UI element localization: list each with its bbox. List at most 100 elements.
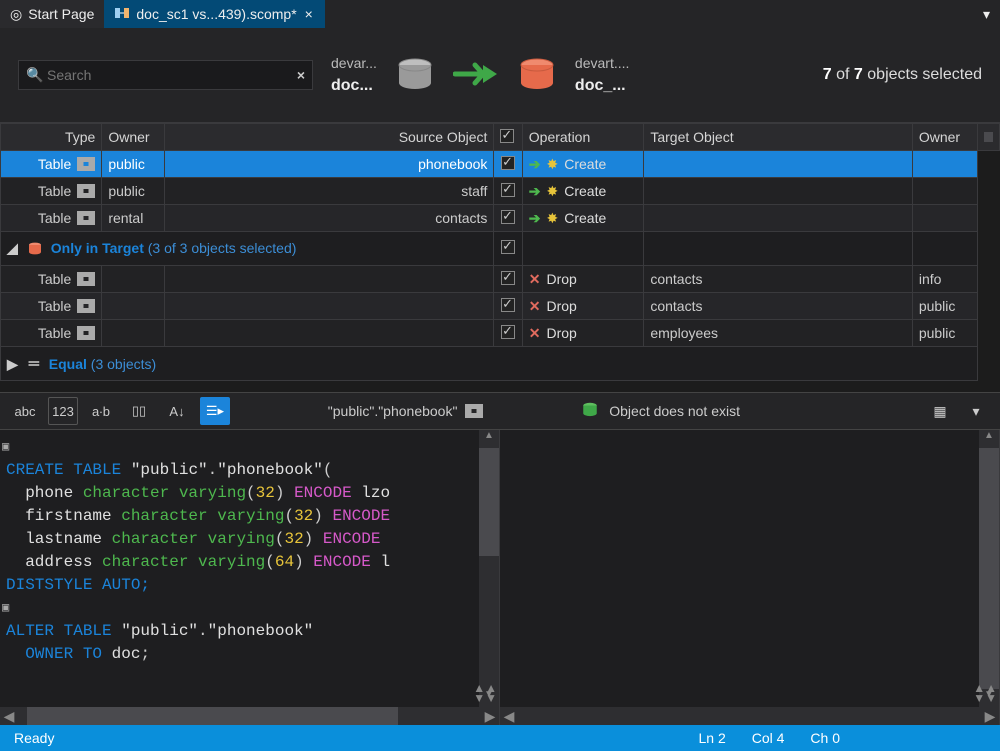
create-arrow-icon: ➔ (529, 210, 541, 227)
table-icon (77, 272, 95, 286)
create-arrow-icon: ➔ (529, 156, 541, 173)
table-row[interactable]: Table ✕Drop employees public (1, 320, 1000, 347)
table-icon (77, 326, 95, 340)
search-field: 🔍 × (18, 60, 313, 90)
target-db-icon (517, 57, 557, 93)
drop-icon: ✕ (529, 298, 541, 315)
schema-compare-icon (114, 5, 130, 24)
select-all-checkbox[interactable] (500, 129, 514, 143)
status-line: Ln 2 (698, 730, 725, 746)
group-checkbox[interactable] (501, 240, 515, 254)
table-icon (77, 211, 95, 225)
create-asterisk-icon: ✸ (547, 156, 559, 173)
group-count: (3 of 3 objects selected) (148, 240, 297, 256)
status-col: Col 4 (752, 730, 785, 746)
target-sql-pane: ▲▼ ▲▲▼▼ ◀▶ (500, 430, 1000, 725)
toggle-outline-button[interactable]: ☰▸ (200, 397, 230, 425)
tab-compare-doc[interactable]: doc_sc1 vs...439).scomp* × (104, 0, 324, 28)
col-owner[interactable]: Owner (102, 124, 165, 151)
equal-icon: ＝ (27, 356, 41, 372)
create-asterisk-icon: ✸ (547, 183, 559, 200)
create-arrow-icon: ➔ (529, 183, 541, 200)
source-server-label: devar... (331, 55, 377, 71)
source-sql-code[interactable]: ▣CREATE TABLE "public"."phonebook"( phon… (0, 430, 479, 707)
view-mode-dropdown[interactable]: ▾ (962, 399, 990, 423)
source-object-label: "public"."phonebook" (328, 403, 458, 419)
grid-scrollbar[interactable] (977, 124, 999, 151)
target-db-small-icon (581, 401, 599, 422)
table-row[interactable]: Table public staff ➔✸Create (1, 178, 1000, 205)
group-count: (3 objects) (91, 356, 156, 372)
row-checkbox[interactable] (501, 271, 515, 285)
target-horizontal-scrollbar[interactable]: ◀▶ (500, 707, 999, 725)
group-label: Equal (49, 356, 87, 372)
row-checkbox[interactable] (501, 325, 515, 339)
collapse-icon[interactable]: ◢ (7, 240, 17, 257)
table-icon (465, 404, 483, 418)
target-status-label: Object does not exist (609, 403, 740, 419)
source-db-info: devar... doc... (331, 55, 377, 95)
toggle-abc-button[interactable]: abc (10, 397, 40, 425)
create-asterisk-icon: ✸ (547, 210, 559, 227)
selection-summary: 7 of 7 objects selected (823, 66, 982, 84)
tab-start-page[interactable]: ◎ Start Page (0, 0, 104, 28)
table-icon (77, 299, 95, 313)
row-checkbox[interactable] (501, 298, 515, 312)
close-icon[interactable]: × (303, 6, 315, 22)
source-vertical-scrollbar[interactable]: ▲▼ (479, 430, 499, 707)
source-sql-pane: ▣CREATE TABLE "public"."phonebook"( phon… (0, 430, 500, 725)
table-row[interactable]: Table ✕Drop contacts public (1, 293, 1000, 320)
table-row[interactable]: Table ✕Drop contacts info (1, 266, 1000, 293)
table-icon (77, 157, 95, 171)
col-operation[interactable]: Operation (522, 124, 644, 151)
expand-icon[interactable]: ▶ (7, 356, 17, 373)
group-label: Only in Target (51, 240, 144, 256)
col-target[interactable]: Target Object (644, 124, 912, 151)
tab-overflow-button[interactable]: ▾ (973, 0, 1000, 28)
toggle-ab-button[interactable]: a∙b (86, 397, 116, 425)
search-input[interactable] (18, 60, 313, 90)
row-checkbox[interactable] (501, 156, 515, 170)
diff-toolbar: abc 123 a∙b ▯▯ A↓ ☰▸ "public"."phonebook… (0, 392, 1000, 430)
row-checkbox[interactable] (501, 183, 515, 197)
grid-header-row: Type Owner Source Object Operation Targe… (1, 124, 1000, 151)
status-ch: Ch 0 (810, 730, 840, 746)
target-db-label: doc_... (575, 77, 629, 95)
status-ready: Ready (14, 730, 54, 746)
table-row[interactable]: Table public phonebook ➔✸Create (1, 151, 1000, 178)
source-db-label: doc... (331, 77, 377, 95)
table-row[interactable]: Table rental contacts ➔✸Create (1, 205, 1000, 232)
col-source[interactable]: Source Object (165, 124, 494, 151)
col-type[interactable]: Type (1, 124, 102, 151)
diff-panes: ▣CREATE TABLE "public"."phonebook"( phon… (0, 430, 1000, 725)
tab-label: doc_sc1 vs...439).scomp* (136, 6, 296, 22)
drop-icon: ✕ (529, 325, 541, 342)
drop-icon: ✕ (529, 271, 541, 288)
toggle-column-button[interactable]: ▯▯ (124, 397, 154, 425)
target-sql-code[interactable] (500, 430, 979, 707)
group-only-in-target[interactable]: ◢ Only in Target (3 of 3 objects selecte… (1, 232, 1000, 266)
source-horizontal-scrollbar[interactable]: ◀▶ (0, 707, 499, 725)
sync-nav-arrows[interactable]: ▲▲▼▼ (473, 683, 497, 703)
selected-count: 7 (823, 66, 832, 83)
db-small-icon (27, 241, 43, 257)
clear-search-icon[interactable]: × (297, 67, 305, 83)
view-mode-button[interactable]: ▦ (926, 399, 954, 423)
compare-header: 🔍 × devar... doc... devart.... doc_... 7… (0, 28, 1000, 122)
target-vertical-scrollbar[interactable]: ▲▼ (979, 430, 999, 707)
sync-nav-arrows[interactable]: ▲▲▼▼ (973, 683, 997, 703)
col-check[interactable] (494, 124, 522, 151)
group-equal[interactable]: ▶ ＝ Equal (3 objects) (1, 347, 1000, 381)
row-checkbox[interactable] (501, 210, 515, 224)
compass-icon: ◎ (10, 6, 22, 23)
search-icon: 🔍 (26, 67, 43, 84)
comparison-grid: Type Owner Source Object Operation Targe… (0, 122, 1000, 392)
table-icon (77, 184, 95, 198)
sync-arrow-icon (453, 61, 499, 90)
target-server-label: devart.... (575, 55, 629, 71)
toggle-123-button[interactable]: 123 (48, 397, 78, 425)
col-owner2[interactable]: Owner (912, 124, 977, 151)
summary-suffix: objects selected (867, 66, 982, 83)
status-bar: Ready Ln 2 Col 4 Ch 0 (0, 725, 1000, 751)
toggle-sort-button[interactable]: A↓ (162, 397, 192, 425)
